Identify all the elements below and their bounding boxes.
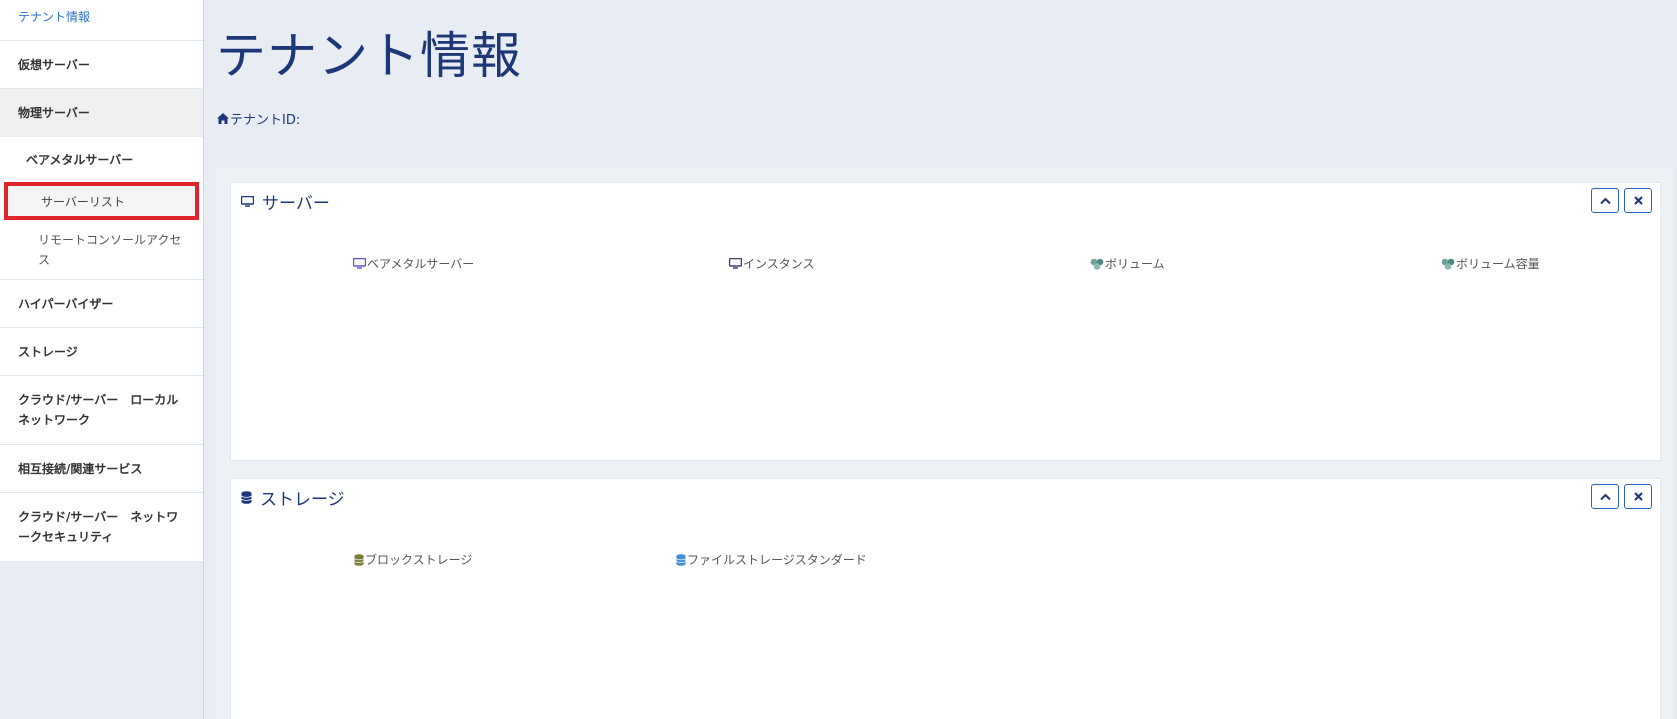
- sidebar-item-local-network[interactable]: クラウド/サーバー ローカルネットワーク: [0, 376, 203, 445]
- sidebar-item-label: クラウド/サーバー ネットワークセキュリティ: [18, 510, 179, 544]
- close-icon: [1633, 196, 1643, 205]
- chevron-up-icon: [1599, 197, 1611, 204]
- stat-volume[interactable]: ボリューム: [1090, 255, 1165, 272]
- main-content: テナント情報 テナントID: サーバー ベアメタルサーバー インスタンス ボリュ…: [204, 0, 1677, 719]
- server-panel: サーバー ベアメタルサーバー インスタンス ボリューム ボリューム容量: [230, 182, 1661, 461]
- monitor-icon: [241, 196, 254, 207]
- sidebar-item-label: クラウド/サーバー ローカルネットワーク: [18, 393, 179, 427]
- stat-label: ファイルストレージスタンダード: [687, 553, 867, 567]
- stat-label: ブロックストレージ: [365, 553, 473, 567]
- sidebar-item-virtual-server[interactable]: 仮想サーバー: [0, 41, 203, 89]
- stat-label: ボリューム: [1105, 257, 1165, 271]
- monitor-icon: [353, 258, 366, 269]
- sidebar-item-server-list[interactable]: サーバーリスト: [4, 182, 199, 220]
- sidebar-item-storage[interactable]: ストレージ: [0, 328, 203, 376]
- stat-label: ベアメタルサーバー: [367, 257, 475, 271]
- chevron-up-icon: [1599, 493, 1611, 500]
- tenant-id: テナントID:: [217, 109, 300, 128]
- collapse-button[interactable]: [1591, 188, 1619, 213]
- stat-baremetal-server[interactable]: ベアメタルサーバー: [353, 255, 474, 272]
- page-title: テナント情報: [216, 27, 522, 85]
- server-panel-title: サーバー: [241, 189, 330, 214]
- server-panel-controls: [1591, 188, 1652, 213]
- stat-volume-capacity[interactable]: ボリューム容量: [1441, 255, 1540, 272]
- close-button[interactable]: [1624, 484, 1652, 509]
- stat-block-storage[interactable]: ブロックストレージ: [354, 551, 472, 568]
- tenant-id-label: テナントID:: [230, 113, 301, 128]
- stat-file-storage-standard[interactable]: ファイルストレージスタンダード: [676, 551, 867, 568]
- sidebar-item-baremetal-server[interactable]: ベアメタルサーバー: [0, 137, 203, 182]
- database-icon: [354, 553, 364, 566]
- stat-label: インスタンス: [743, 257, 815, 271]
- collapse-button[interactable]: [1591, 484, 1619, 509]
- server-panel-title-text: サーバー: [262, 194, 330, 214]
- sidebar-item-network-security[interactable]: クラウド/サーバー ネットワークセキュリティ: [0, 493, 203, 562]
- stat-label: ボリューム容量: [1456, 257, 1540, 271]
- sidebar-item-remote-console[interactable]: リモートコンソールアクセス: [0, 220, 203, 280]
- sidebar-item-interconnect[interactable]: 相互接続/関連サービス: [0, 445, 203, 493]
- close-button[interactable]: [1624, 188, 1652, 213]
- volume-icon: [1441, 258, 1455, 270]
- sidebar-item-physical-server[interactable]: 物理サーバー: [0, 89, 203, 137]
- close-icon: [1633, 492, 1643, 501]
- sidebar-item-hypervisor[interactable]: ハイパーバイザー: [0, 280, 203, 328]
- volume-icon: [1090, 258, 1104, 270]
- home-icon: [217, 113, 229, 124]
- storage-panel-title-text: ストレージ: [260, 490, 345, 510]
- storage-panel-title: ストレージ: [241, 485, 345, 510]
- sidebar-menu: テナント情報 仮想サーバー 物理サーバー ベアメタルサーバー サーバーリスト リ…: [0, 0, 203, 562]
- stat-instance[interactable]: インスタンス: [729, 255, 815, 272]
- sidebar: テナント情報 仮想サーバー 物理サーバー ベアメタルサーバー サーバーリスト リ…: [0, 0, 204, 719]
- sidebar-item-tenant-info[interactable]: テナント情報: [0, 0, 203, 41]
- storage-panel-controls: [1591, 484, 1652, 509]
- database-icon: [676, 553, 686, 566]
- monitor-icon: [729, 258, 742, 269]
- database-icon: [241, 491, 252, 504]
- storage-panel: ストレージ ブロックストレージ ファイルストレージスタンダード: [230, 478, 1661, 719]
